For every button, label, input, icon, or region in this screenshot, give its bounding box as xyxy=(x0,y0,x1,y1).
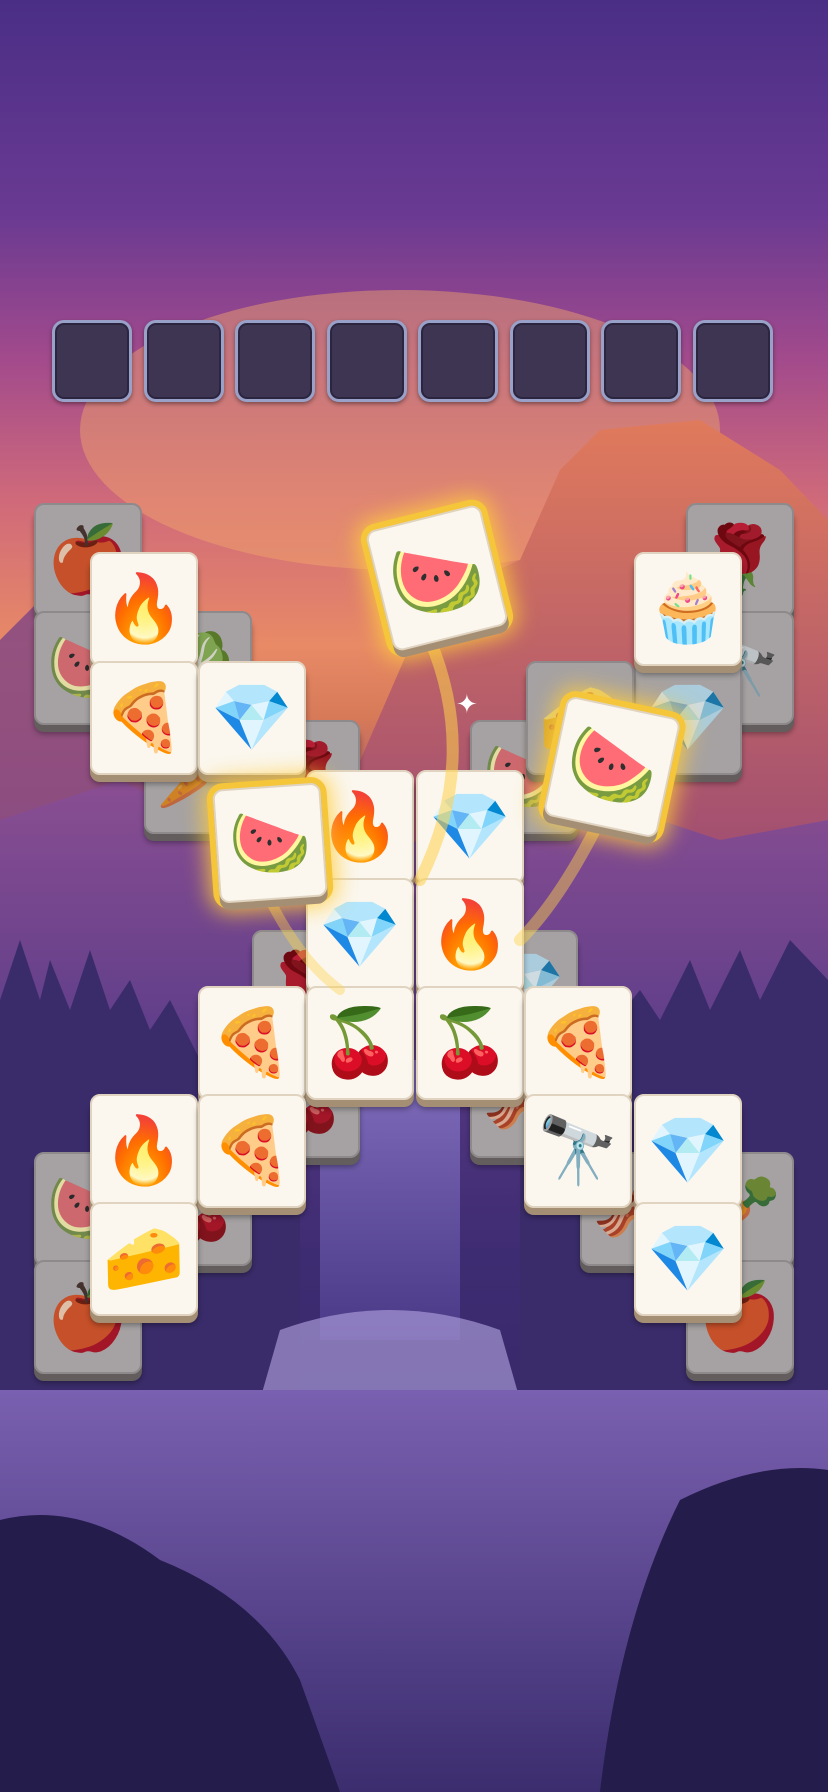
watermelon-icon: 🍉 xyxy=(380,522,494,633)
flying-tile-watermelon[interactable]: 🍉 xyxy=(212,782,328,904)
sparkle-icon: ✦ xyxy=(456,690,478,720)
watermelon-icon: 🍉 xyxy=(226,801,314,884)
motion-trails xyxy=(265,634,606,995)
flying-tile-watermelon[interactable]: 🍉 xyxy=(542,695,682,839)
watermelon-icon: 🍉 xyxy=(557,715,666,819)
tile-board: 🍎 🍉 🔥 🥬 🍕 💎 🥕 🌹 🌹 🧁 🔭 💎 🧀 🍉 🔥 💎 💎 🔥 🌹 💎 … xyxy=(0,0,828,1792)
game-screen: 🍎 🍉 🔥 🥬 🍕 💎 🥕 🌹 🌹 🧁 🔭 💎 🧀 🍉 🔥 💎 💎 🔥 🌹 💎 … xyxy=(0,0,828,1792)
